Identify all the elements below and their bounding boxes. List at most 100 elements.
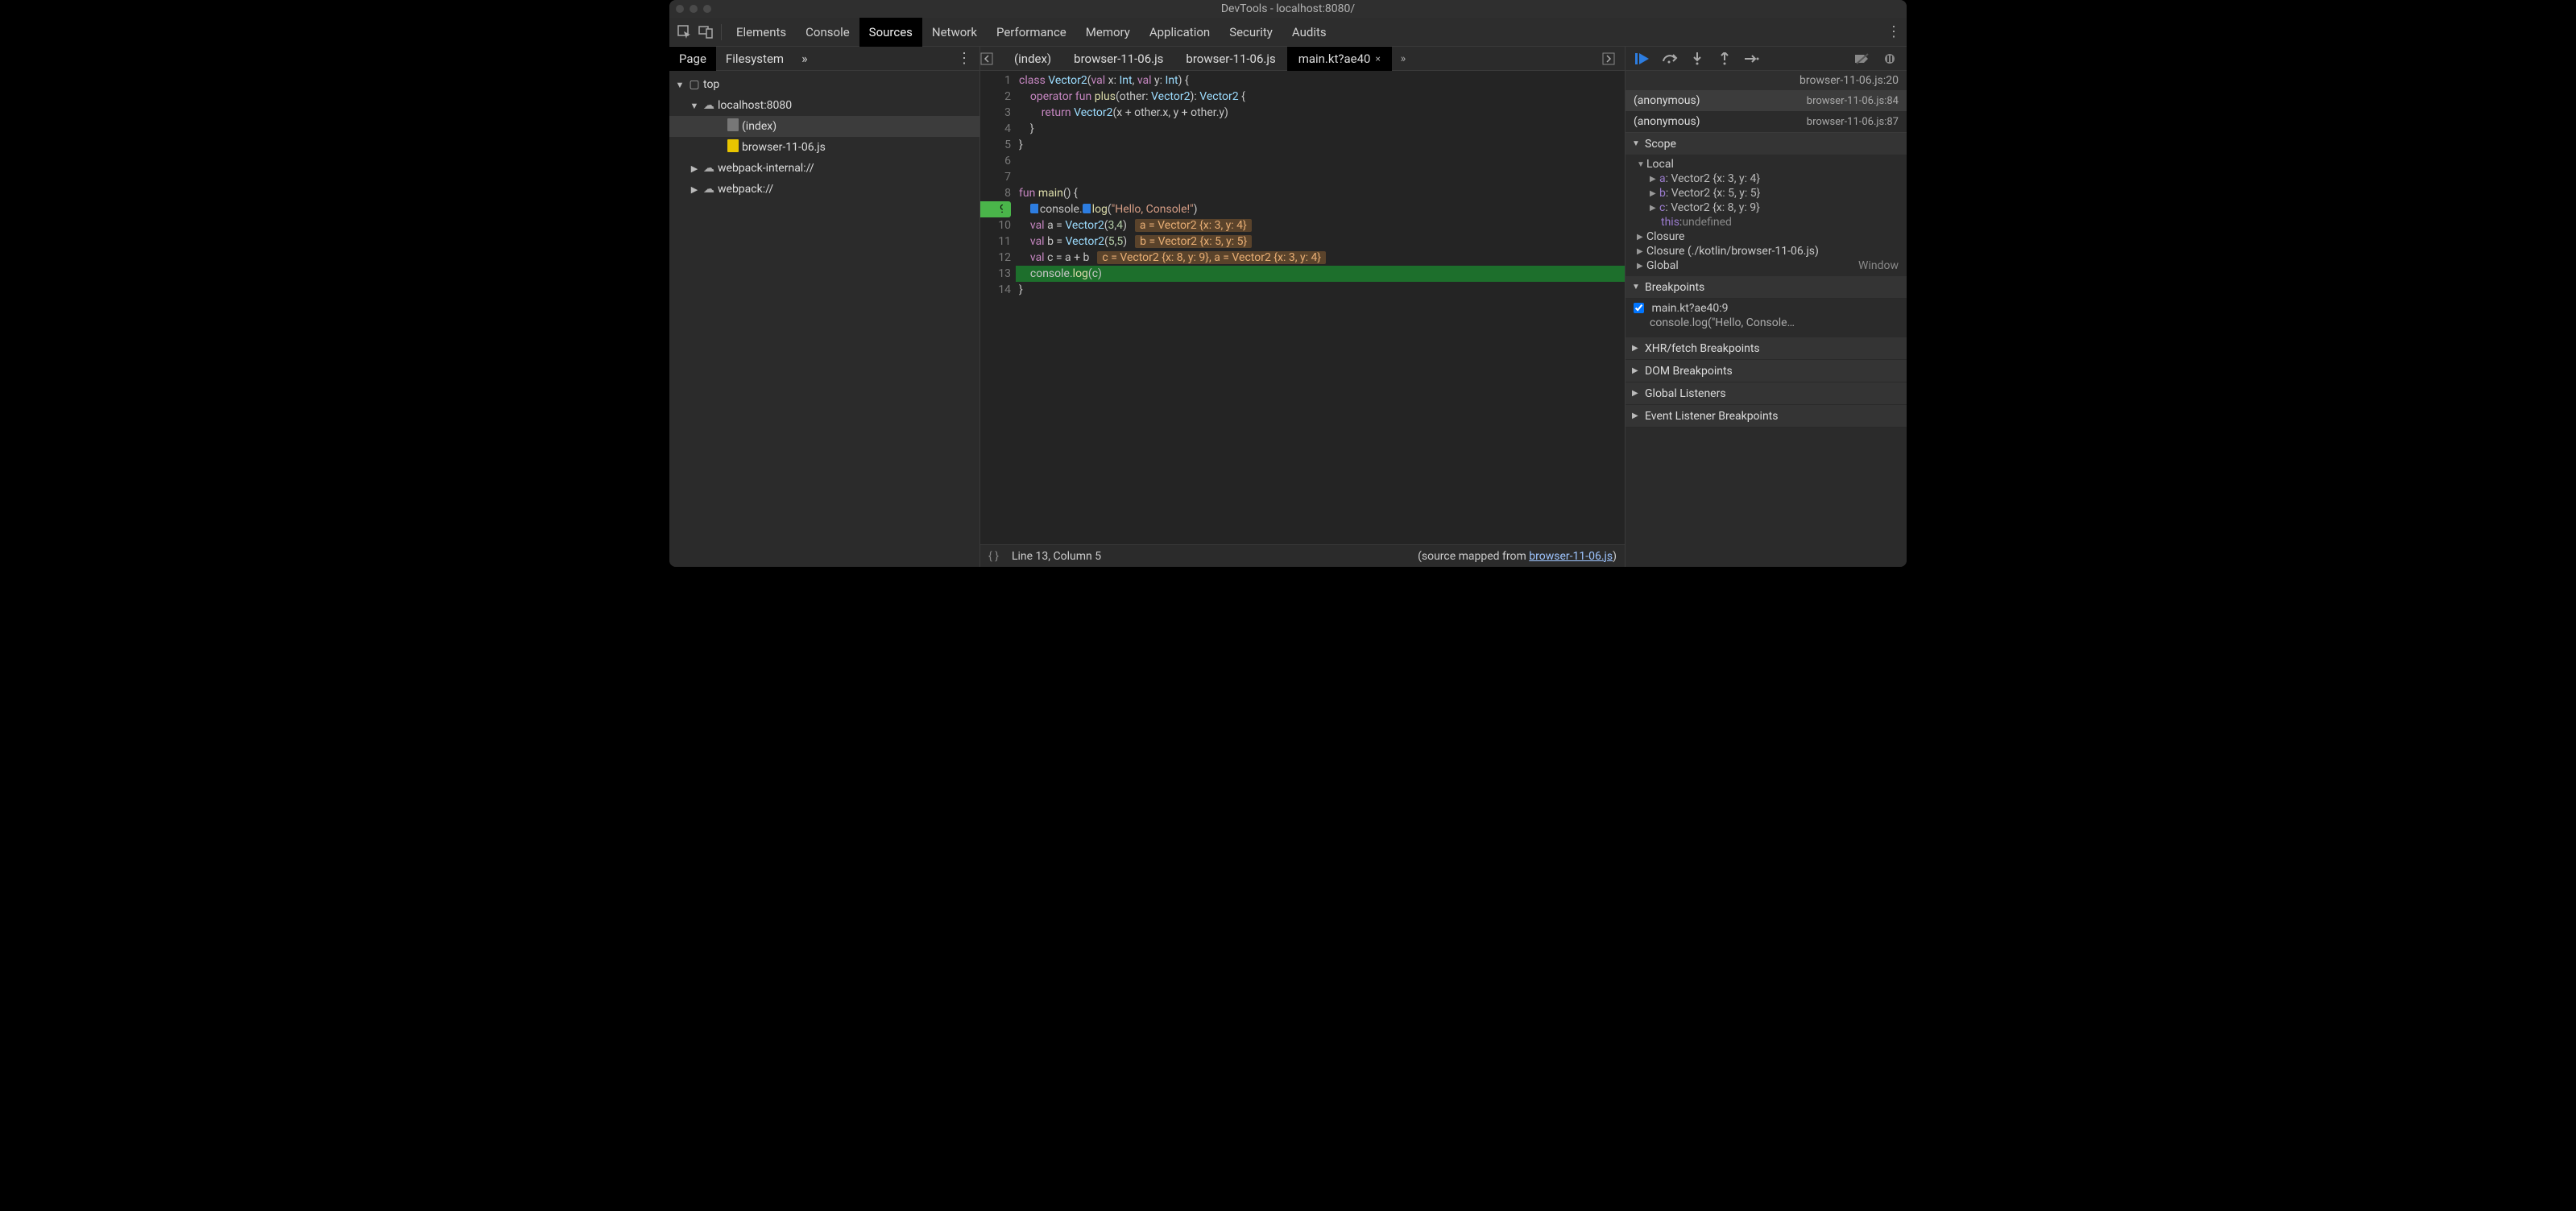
gutter-line[interactable]: 3 bbox=[980, 105, 1011, 121]
file-tab[interactable]: browser-11-06.js bbox=[1062, 47, 1174, 71]
scope-local[interactable]: ▼Local bbox=[1626, 157, 1907, 172]
code-line[interactable]: console.log(c) bbox=[1016, 266, 1625, 282]
code-line[interactable]: class Vector2(val x: Int, val y: Int) { bbox=[1016, 72, 1625, 89]
tree-label: top bbox=[703, 78, 719, 91]
code-line[interactable] bbox=[1016, 153, 1625, 169]
code-line[interactable]: } bbox=[1016, 137, 1625, 153]
tree-file-index[interactable]: (index) bbox=[669, 116, 979, 137]
gutter-line[interactable]: 1 bbox=[980, 72, 1011, 89]
code-line[interactable]: } bbox=[1016, 121, 1625, 137]
code-editor[interactable]: 1234567891011121314 class Vector2(val x:… bbox=[980, 71, 1625, 544]
code-line[interactable]: operator fun plus(other: Vector2): Vecto… bbox=[1016, 89, 1625, 105]
gutter-line[interactable]: 13 bbox=[980, 266, 1011, 282]
main-tab-sources[interactable]: Sources bbox=[859, 18, 922, 47]
scope-section[interactable]: ▼Scope bbox=[1626, 133, 1907, 155]
kebab-menu-icon[interactable]: ⋮ bbox=[1886, 23, 1902, 40]
pause-exceptions-icon[interactable] bbox=[1879, 50, 1900, 68]
gutter-line[interactable]: 9 bbox=[980, 201, 1011, 217]
tree-file-js[interactable]: browser-11-06.js bbox=[669, 137, 979, 158]
file-tree: ▼ top ▼ localhost:8080 (index) browser-1… bbox=[669, 71, 979, 567]
editor-panel: (index)browser-11-06.jsbrowser-11-06.jsm… bbox=[980, 47, 1626, 567]
code-line[interactable]: return Vector2(x + other.x, y + other.y) bbox=[1016, 105, 1625, 121]
file-tab[interactable]: (index) bbox=[1003, 47, 1062, 71]
xhr-breakpoints-section[interactable]: ▶XHR/fetch Breakpoints bbox=[1626, 337, 1907, 360]
navigator-tab-filesystem[interactable]: Filesystem bbox=[716, 47, 793, 71]
code-line[interactable]: } bbox=[1016, 282, 1625, 298]
tree-label: localhost:8080 bbox=[718, 99, 792, 112]
main-tab-security[interactable]: Security bbox=[1220, 18, 1282, 47]
more-tabs-icon[interactable]: » bbox=[793, 51, 816, 66]
gutter[interactable]: 1234567891011121314 bbox=[980, 71, 1016, 544]
gutter-line[interactable]: 4 bbox=[980, 121, 1011, 137]
gutter-line[interactable]: 6 bbox=[980, 153, 1011, 169]
main-tab-elements[interactable]: Elements bbox=[727, 18, 796, 47]
main-tab-network[interactable]: Network bbox=[922, 18, 987, 47]
scope-variable[interactable]: ▶a: Vector2 {x: 3, y: 4} bbox=[1626, 172, 1907, 186]
step-into-icon[interactable] bbox=[1687, 50, 1708, 68]
scope-closure[interactable]: ▶Closure bbox=[1626, 229, 1907, 244]
dom-breakpoints-section[interactable]: ▶DOM Breakpoints bbox=[1626, 360, 1907, 382]
gutter-line[interactable]: 7 bbox=[980, 169, 1011, 185]
gutter-line[interactable]: 10 bbox=[980, 217, 1011, 234]
tree-top[interactable]: ▼ top bbox=[669, 74, 979, 95]
code-line[interactable]: val b = Vector2(5,5)b = Vector2 {x: 5, y… bbox=[1016, 234, 1625, 250]
breakpoints-section[interactable]: ▼Breakpoints bbox=[1626, 276, 1907, 299]
callstack-row[interactable]: (anonymous)browser-11-06.js:87 bbox=[1626, 111, 1907, 132]
breakpoint-checkbox[interactable] bbox=[1634, 303, 1644, 313]
callstack-row[interactable]: (anonymous)browser-11-06.js:84 bbox=[1626, 90, 1907, 111]
more-files-icon[interactable]: » bbox=[1392, 52, 1414, 65]
code-line[interactable]: fun main() { bbox=[1016, 185, 1625, 201]
breakpoint-preview: console.log("Hello, Console… bbox=[1626, 316, 1907, 334]
step-over-icon[interactable] bbox=[1659, 50, 1680, 68]
maximize-icon[interactable] bbox=[703, 5, 711, 13]
main-tab-console[interactable]: Console bbox=[796, 18, 859, 47]
paused-location[interactable]: browser-11-06.js:20 bbox=[1626, 71, 1907, 90]
scope-variable[interactable]: ▶b: Vector2 {x: 5, y: 5} bbox=[1626, 186, 1907, 200]
scope-global[interactable]: ▶GlobalWindow bbox=[1626, 258, 1907, 273]
main-tab-audits[interactable]: Audits bbox=[1282, 18, 1336, 47]
step-icon[interactable] bbox=[1741, 50, 1762, 68]
step-out-icon[interactable] bbox=[1714, 50, 1735, 68]
event-listener-breakpoints-section[interactable]: ▶Event Listener Breakpoints bbox=[1626, 405, 1907, 428]
navigator-tab-page[interactable]: Page bbox=[669, 47, 716, 71]
minimize-icon[interactable] bbox=[690, 5, 698, 13]
code-line[interactable] bbox=[1016, 169, 1625, 185]
breakpoint-item[interactable]: main.kt?ae40:9 bbox=[1626, 300, 1907, 316]
code-line[interactable]: val a = Vector2(3,4)a = Vector2 {x: 3, y… bbox=[1016, 217, 1625, 234]
deactivate-breakpoints-icon[interactable] bbox=[1852, 50, 1873, 68]
file-tab[interactable]: browser-11-06.js bbox=[1174, 47, 1286, 71]
gutter-line[interactable]: 2 bbox=[980, 89, 1011, 105]
cloud-icon bbox=[700, 99, 718, 112]
main-tab-application[interactable]: Application bbox=[1140, 18, 1220, 47]
resume-icon[interactable] bbox=[1632, 50, 1653, 68]
gutter-line[interactable]: 8 bbox=[980, 185, 1011, 201]
tree-host[interactable]: ▼ localhost:8080 bbox=[669, 95, 979, 116]
show-navigator-icon[interactable] bbox=[1602, 52, 1625, 65]
toggle-device-icon[interactable] bbox=[695, 22, 716, 43]
gutter-line[interactable]: 12 bbox=[980, 250, 1011, 266]
scope-variable[interactable]: ▶c: Vector2 {x: 8, y: 9} bbox=[1626, 200, 1907, 215]
tree-label: browser-11-06.js bbox=[742, 141, 826, 154]
tree-webpack[interactable]: ▶ webpack:// bbox=[669, 179, 979, 200]
close-tab-icon[interactable]: × bbox=[1375, 47, 1380, 71]
main-tab-performance[interactable]: Performance bbox=[987, 18, 1076, 47]
gutter-line[interactable]: 14 bbox=[980, 282, 1011, 298]
gutter-line[interactable]: 5 bbox=[980, 137, 1011, 153]
inline-value: c = Vector2 {x: 8, y: 9}, a = Vector2 {x… bbox=[1097, 251, 1326, 264]
inspect-icon[interactable] bbox=[674, 22, 695, 43]
code-line[interactable]: val c = a + bc = Vector2 {x: 8, y: 9}, a… bbox=[1016, 250, 1625, 266]
format-icon[interactable]: { } bbox=[988, 550, 999, 563]
main-tab-memory[interactable]: Memory bbox=[1076, 18, 1140, 47]
window-title: DevTools - localhost:8080/ bbox=[1221, 2, 1355, 15]
navigator-menu-icon[interactable]: ⋮ bbox=[949, 50, 979, 67]
history-back-icon[interactable] bbox=[980, 52, 1003, 65]
code-area[interactable]: class Vector2(val x: Int, val y: Int) { … bbox=[1016, 71, 1625, 544]
global-listeners-section[interactable]: ▶Global Listeners bbox=[1626, 382, 1907, 405]
tree-webpack-internal[interactable]: ▶ webpack-internal:// bbox=[669, 158, 979, 179]
code-line[interactable]: console.log("Hello, Console!") bbox=[1016, 201, 1625, 217]
source-map-link[interactable]: browser-11-06.js bbox=[1529, 550, 1613, 563]
close-icon[interactable] bbox=[676, 5, 684, 13]
file-tab[interactable]: main.kt?ae40× bbox=[1287, 47, 1392, 71]
scope-closure-file[interactable]: ▶Closure (./kotlin/browser-11-06.js) bbox=[1626, 244, 1907, 258]
gutter-line[interactable]: 11 bbox=[980, 234, 1011, 250]
